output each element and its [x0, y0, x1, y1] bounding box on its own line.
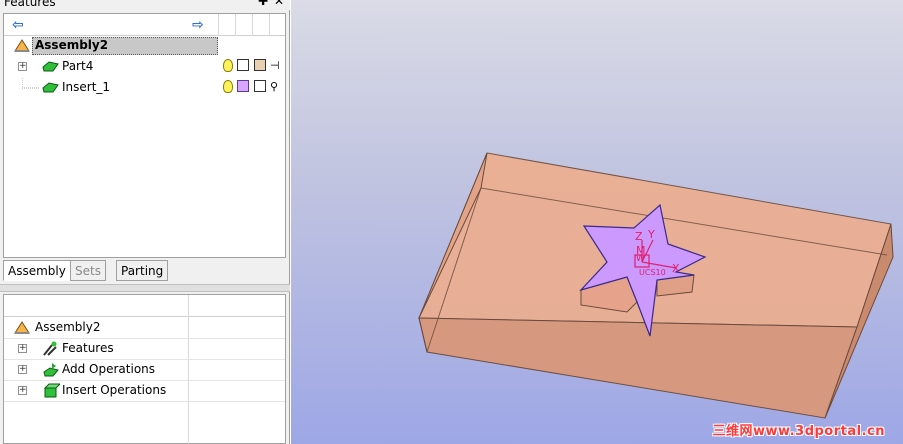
operations-tree: Assembly2 + Features + Add Operations + [3, 294, 286, 444]
tab-assembly[interactable]: Assembly [3, 260, 71, 281]
tree-item-label: Part4 [62, 59, 94, 73]
feature-tree-header: ⇦ ⇨ [4, 14, 285, 36]
assembly-icon [14, 321, 30, 334]
ops-item-label: Features [62, 341, 114, 355]
axis-x-label: X [672, 262, 680, 275]
panel-tabs: Assembly Sets Parting [3, 260, 286, 281]
axis-w-label: W [636, 254, 645, 264]
tree-item-label: Insert_1 [62, 80, 111, 94]
tree-connector [22, 78, 40, 89]
solid-box-icon[interactable] [254, 59, 266, 71]
pin-tool-icon[interactable]: ⊣ [270, 59, 284, 73]
solid-box-icon[interactable] [254, 80, 266, 92]
link-icon[interactable] [237, 59, 249, 71]
ops-row-add-operations[interactable]: + Add Operations [4, 360, 285, 381]
ops-row-root[interactable]: Assembly2 [4, 318, 285, 339]
add-operations-icon [43, 363, 59, 377]
axis-z-label: Z [635, 230, 643, 243]
feature-tree: ⇦ ⇨ Assembly2 + Part4 ⊣ Insert_1 ⚲ [3, 13, 286, 258]
close-icon[interactable]: ✕ [274, 0, 284, 8]
insert-operations-icon [43, 383, 60, 398]
ops-row-insert-operations[interactable]: + Insert Operations [4, 381, 285, 402]
part-icon [42, 82, 59, 93]
arrow-right-icon[interactable]: ⇨ [192, 17, 204, 33]
features-icon [43, 341, 57, 356]
pin-icon[interactable]: ✚ [258, 0, 268, 8]
assembly-icon [14, 39, 30, 52]
block-front-face [418, 317, 858, 419]
ops-root-label: Assembly2 [35, 320, 101, 334]
color-swatch-icon[interactable] [237, 80, 249, 92]
arrow-left-icon[interactable]: ⇦ [12, 17, 24, 33]
tree-row-root[interactable]: Assembly2 [4, 36, 285, 56]
expand-toggle[interactable]: + [18, 62, 27, 71]
panel-titlebar: Features ✚ ✕ [0, 0, 290, 10]
status-column-headers [218, 14, 287, 36]
model-scene [418, 152, 894, 419]
visibility-bulb-icon[interactable] [223, 80, 233, 93]
ops-row-features[interactable]: + Features [4, 339, 285, 360]
tab-sets[interactable]: Sets [70, 260, 106, 281]
expand-toggle[interactable]: + [18, 386, 27, 395]
tree-row-insert1[interactable]: Insert_1 ⚲ [4, 78, 285, 98]
axis-y-label: Y [648, 228, 655, 241]
3d-viewport[interactable]: Z Y M W X UCS10 三维网www.3dportal.cn [291, 0, 903, 444]
ops-item-label: Insert Operations [62, 383, 167, 397]
watermark: 三维网www.3dportal.cn [712, 424, 885, 439]
operations-tree-header [4, 295, 285, 317]
tree-row-part4[interactable]: + Part4 ⊣ [4, 57, 285, 77]
ops-item-label: Add Operations [62, 362, 156, 376]
tab-parting[interactable]: Parting [116, 260, 169, 281]
ucs-label: UCS10 [639, 268, 666, 277]
visibility-bulb-icon[interactable] [223, 59, 233, 72]
features-panel: Features ✚ ✕ ⇦ ⇨ Assembly2 + Part4 ⊣ Ins… [0, 0, 290, 444]
magnify-icon[interactable]: ⚲ [270, 80, 284, 94]
panel-splitter[interactable] [0, 284, 290, 292]
panel-title: Features [4, 0, 56, 9]
tree-root-label: Assembly2 [35, 38, 109, 52]
expand-toggle[interactable]: + [18, 344, 27, 353]
expand-toggle[interactable]: + [18, 365, 27, 374]
part-icon [42, 61, 59, 72]
